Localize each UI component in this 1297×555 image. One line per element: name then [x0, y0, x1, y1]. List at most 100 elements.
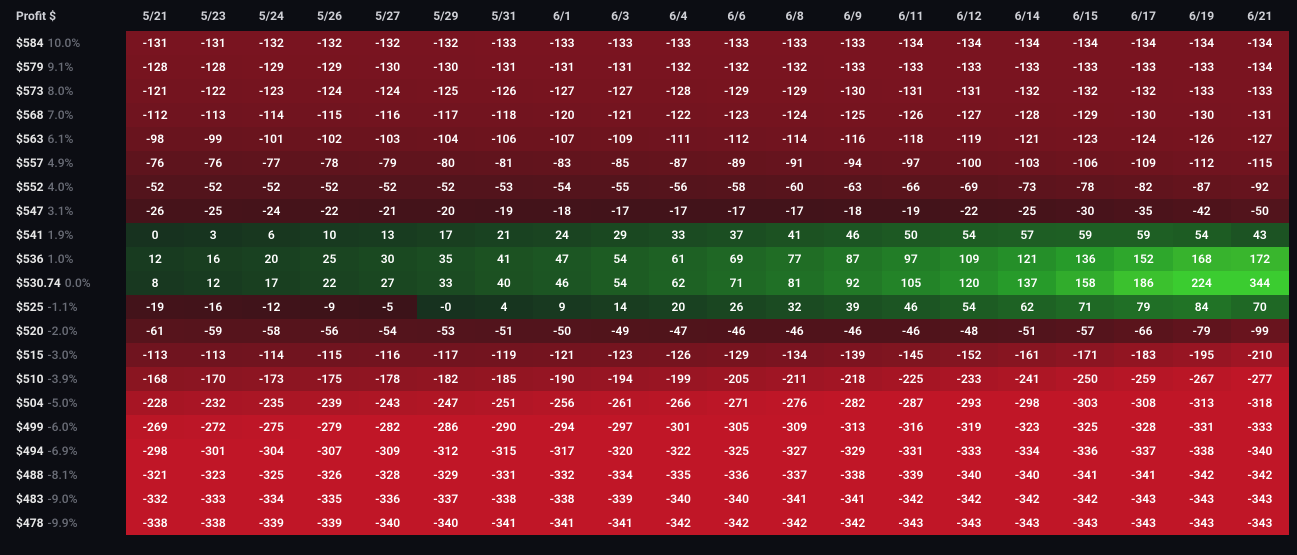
heatmap-cell[interactable]: -251 — [475, 391, 533, 415]
heatmap-cell[interactable]: -134 — [1056, 31, 1114, 55]
heatmap-cell[interactable]: 71 — [1056, 295, 1114, 319]
heatmap-cell[interactable]: 17 — [417, 223, 475, 247]
heatmap-cell[interactable]: -97 — [882, 151, 940, 175]
heatmap-cell[interactable]: -331 — [475, 463, 533, 487]
heatmap-cell[interactable]: -298 — [126, 439, 184, 463]
heatmap-cell[interactable]: -94 — [824, 151, 882, 175]
heatmap-cell[interactable]: -334 — [591, 463, 649, 487]
heatmap-cell[interactable]: 172 — [1231, 247, 1289, 271]
heatmap-cell[interactable]: -121 — [533, 343, 591, 367]
heatmap-cell[interactable]: -123 — [1056, 127, 1114, 151]
heatmap-cell[interactable]: 224 — [1173, 271, 1231, 295]
heatmap-cell[interactable]: 33 — [417, 271, 475, 295]
heatmap-cell[interactable]: -332 — [126, 487, 184, 511]
heatmap-cell[interactable]: -52 — [126, 175, 184, 199]
heatmap-cell[interactable]: 69 — [707, 247, 765, 271]
heatmap-cell[interactable]: 59 — [1056, 223, 1114, 247]
heatmap-cell[interactable]: -92 — [1231, 175, 1289, 199]
heatmap-cell[interactable]: -132 — [766, 55, 824, 79]
heatmap-cell[interactable]: -134 — [1173, 31, 1231, 55]
heatmap-cell[interactable]: 10 — [300, 223, 358, 247]
heatmap-cell[interactable]: -30 — [1056, 199, 1114, 223]
heatmap-cell[interactable]: -343 — [1231, 511, 1289, 535]
heatmap-cell[interactable]: -35 — [1114, 199, 1172, 223]
heatmap-cell[interactable]: -59 — [184, 319, 242, 343]
heatmap-cell[interactable]: -19 — [475, 199, 533, 223]
heatmap-cell[interactable]: -341 — [1056, 463, 1114, 487]
heatmap-cell[interactable]: -132 — [359, 31, 417, 55]
heatmap-cell[interactable]: 62 — [649, 271, 707, 295]
heatmap-cell[interactable]: -339 — [882, 463, 940, 487]
heatmap-cell[interactable]: -297 — [591, 415, 649, 439]
heatmap-cell[interactable]: -327 — [766, 439, 824, 463]
heatmap-cell[interactable]: 37 — [707, 223, 765, 247]
heatmap-cell[interactable]: -225 — [882, 367, 940, 391]
heatmap-cell[interactable]: -58 — [707, 175, 765, 199]
heatmap-cell[interactable]: -113 — [126, 343, 184, 367]
heatmap-cell[interactable]: -340 — [707, 487, 765, 511]
heatmap-cell[interactable]: -53 — [475, 175, 533, 199]
heatmap-cell[interactable]: -51 — [998, 319, 1056, 343]
heatmap-cell[interactable]: -87 — [649, 151, 707, 175]
heatmap-cell[interactable]: -42 — [1173, 199, 1231, 223]
heatmap-cell[interactable]: -109 — [591, 127, 649, 151]
heatmap-cell[interactable]: -129 — [300, 55, 358, 79]
heatmap-cell[interactable]: 8 — [126, 271, 184, 295]
heatmap-cell[interactable]: -321 — [126, 463, 184, 487]
heatmap-cell[interactable]: -328 — [1114, 415, 1172, 439]
heatmap-cell[interactable]: -122 — [649, 103, 707, 127]
heatmap-cell[interactable]: -17 — [707, 199, 765, 223]
heatmap-cell[interactable]: -334 — [998, 439, 1056, 463]
heatmap-cell[interactable]: -89 — [707, 151, 765, 175]
heatmap-cell[interactable]: 41 — [475, 247, 533, 271]
heatmap-cell[interactable]: -338 — [1173, 439, 1231, 463]
heatmap-cell[interactable]: -127 — [1231, 127, 1289, 151]
heatmap-cell[interactable]: -133 — [649, 31, 707, 55]
heatmap-cell[interactable]: 59 — [1114, 223, 1172, 247]
heatmap-cell[interactable]: 70 — [1231, 295, 1289, 319]
heatmap-cell[interactable]: -126 — [649, 343, 707, 367]
heatmap-cell[interactable]: -287 — [882, 391, 940, 415]
heatmap-cell[interactable]: -271 — [707, 391, 765, 415]
heatmap-cell[interactable]: -133 — [824, 31, 882, 55]
heatmap-cell[interactable]: 39 — [824, 295, 882, 319]
heatmap-cell[interactable]: -286 — [417, 415, 475, 439]
heatmap-cell[interactable]: -52 — [242, 175, 300, 199]
heatmap-cell[interactable]: -123 — [707, 103, 765, 127]
heatmap-cell[interactable]: -307 — [300, 439, 358, 463]
heatmap-cell[interactable]: -78 — [300, 151, 358, 175]
heatmap-cell[interactable]: 46 — [533, 271, 591, 295]
heatmap-cell[interactable]: -18 — [533, 199, 591, 223]
heatmap-cell[interactable]: -26 — [126, 199, 184, 223]
heatmap-cell[interactable]: -24 — [242, 199, 300, 223]
heatmap-cell[interactable]: -131 — [533, 55, 591, 79]
heatmap-cell[interactable]: -171 — [1056, 343, 1114, 367]
heatmap-cell[interactable]: -228 — [126, 391, 184, 415]
heatmap-cell[interactable]: -56 — [649, 175, 707, 199]
heatmap-cell[interactable]: -79 — [359, 151, 417, 175]
heatmap-cell[interactable]: -134 — [1231, 31, 1289, 55]
heatmap-cell[interactable]: 121 — [998, 247, 1056, 271]
heatmap-cell[interactable]: -343 — [1114, 511, 1172, 535]
heatmap-cell[interactable]: -267 — [1173, 367, 1231, 391]
heatmap-cell[interactable]: -49 — [591, 319, 649, 343]
heatmap-cell[interactable]: -106 — [1056, 151, 1114, 175]
heatmap-cell[interactable]: 137 — [998, 271, 1056, 295]
heatmap-cell[interactable]: -132 — [998, 79, 1056, 103]
heatmap-cell[interactable]: -116 — [824, 127, 882, 151]
heatmap-cell[interactable]: -107 — [533, 127, 591, 151]
heatmap-cell[interactable]: -303 — [1056, 391, 1114, 415]
heatmap-cell[interactable]: -325 — [242, 463, 300, 487]
heatmap-cell[interactable]: -20 — [417, 199, 475, 223]
heatmap-cell[interactable]: -323 — [998, 415, 1056, 439]
heatmap-cell[interactable]: -168 — [126, 367, 184, 391]
heatmap-cell[interactable]: -343 — [998, 511, 1056, 535]
heatmap-cell[interactable]: -134 — [766, 343, 824, 367]
heatmap-cell[interactable]: -103 — [998, 151, 1056, 175]
heatmap-cell[interactable]: -117 — [417, 343, 475, 367]
heatmap-cell[interactable]: -313 — [824, 415, 882, 439]
heatmap-cell[interactable]: -98 — [126, 127, 184, 151]
heatmap-cell[interactable]: -336 — [707, 463, 765, 487]
heatmap-cell[interactable]: -112 — [1173, 151, 1231, 175]
heatmap-cell[interactable]: -333 — [940, 439, 998, 463]
